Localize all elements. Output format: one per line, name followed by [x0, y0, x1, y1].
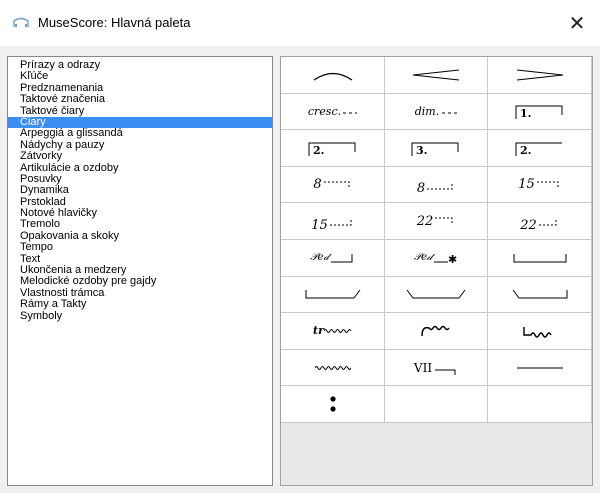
palette-grid: cresc. dim. 1. 2. 3. 2. 8 8 15 15 22 22 … — [281, 57, 592, 423]
palette-cell-slur[interactable] — [281, 57, 385, 94]
palette-cell-ottava-8va[interactable]: 8 — [281, 166, 385, 204]
pedal-angled-icon — [406, 290, 466, 299]
pedal-angled-icon — [305, 290, 360, 299]
close-button[interactable]: ✕ — [554, 0, 600, 46]
palette-cell-downprall-line[interactable] — [488, 313, 592, 350]
ottava-line-icon — [536, 181, 559, 188]
diminuendo-hairpin-icon — [516, 69, 563, 81]
category-list[interactable]: Prírazy a odrazy Kľúče Predznamenania Takto… — [7, 56, 273, 486]
title-bar: MuseScore: Hlavná paleta ✕ — [0, 0, 600, 46]
category-item[interactable]: Symboly — [8, 310, 272, 322]
pedal-release-icon: ✱ — [434, 253, 457, 265]
pedal-line-icon — [330, 253, 353, 263]
palette-cell-pedal-star[interactable]: 𝒫𝑒𝒹 ✱ — [385, 239, 488, 277]
string-number-text: VII — [413, 360, 433, 375]
palette-cell-crescendo-hairpin[interactable] — [385, 57, 488, 94]
text-line-icon — [516, 367, 563, 369]
palette-cell-pedal-angled-start[interactable] — [488, 276, 592, 314]
string-line-icon — [435, 369, 456, 375]
close-icon: ✕ — [568, 12, 586, 35]
vibrato-wavy-line-icon — [314, 365, 351, 370]
palette-cell-pedal-angled-end[interactable] — [281, 276, 385, 314]
palette-cell-pedal-line[interactable]: 𝒫𝑒𝒹 — [281, 239, 385, 277]
palette-cell-volta-3[interactable]: 3. — [385, 130, 488, 167]
dialog-body: Prírazy a odrazy Kľúče Predznamenania Takto… — [0, 46, 600, 493]
volta-bracket-icon: 3. — [411, 142, 459, 157]
palette-cell-volta-2-open[interactable]: 2. — [488, 130, 592, 167]
ottava-22-text: 22 — [520, 217, 537, 233]
pedal-angled-icon — [512, 290, 567, 299]
trill-wavy-line-icon — [323, 328, 352, 333]
pedal-text: 𝒫𝑒𝒹 — [413, 252, 433, 264]
svg-text:1.: 1. — [520, 107, 531, 120]
upprall-icon — [421, 325, 450, 336]
palette-cell-ottava-15mb[interactable]: 15 — [281, 203, 385, 240]
category-item[interactable]: Tempo — [8, 241, 272, 253]
musescore-app-icon — [13, 17, 29, 27]
ottava-line-icon — [538, 218, 557, 226]
pedal-text: 𝒫𝑒𝒹 — [310, 252, 329, 264]
ottava-15-text: 15 — [518, 177, 535, 193]
category-item[interactable]: Taktové čiary — [8, 105, 272, 117]
trill-text: tr — [313, 324, 324, 338]
palette-cell-pedal-bracket[interactable] — [488, 239, 592, 277]
ottava-22-text: 22 — [416, 213, 434, 229]
ottava-line-icon — [329, 218, 352, 226]
ottava-line-icon — [323, 181, 350, 188]
downprall-icon — [522, 326, 552, 338]
category-item[interactable]: Rámy a Takty — [8, 298, 272, 310]
ottava-8-text: 8 — [313, 177, 322, 193]
palette-cell-empty — [385, 386, 488, 423]
volta-bracket-icon: 1. — [515, 105, 562, 120]
category-item[interactable]: Dynamika — [8, 184, 272, 196]
palette-cell-ottava-22ma[interactable]: 22 — [385, 203, 488, 240]
pedal-bracket-icon — [513, 253, 566, 263]
volta-bracket-icon: 2. — [308, 142, 355, 157]
svg-text:2.: 2. — [520, 144, 531, 157]
palette-cell-empty — [488, 386, 592, 423]
window-title: MuseScore: Hlavná paleta — [38, 15, 191, 30]
palette-cell-volta-2[interactable]: 2. — [281, 130, 385, 167]
ottava-8-text: 8 — [416, 181, 426, 197]
palette-cell-ottava-22mb[interactable]: 22 — [488, 203, 592, 240]
palette-cell-upprall-line[interactable] — [385, 313, 488, 350]
palette-cell-cresc-line[interactable]: cresc. — [281, 93, 385, 131]
palette-cell-ottava-15ma[interactable]: 15 — [488, 166, 592, 204]
palette-cell-vibrato-line[interactable] — [281, 349, 385, 387]
palette-cell-fermata-dot[interactable] — [281, 386, 385, 423]
svg-text:2.: 2. — [313, 144, 324, 157]
crescendo-hairpin-icon — [412, 69, 460, 81]
svg-text:3.: 3. — [416, 144, 427, 157]
dim-text: dim. — [414, 104, 440, 118]
dashed-line-icon — [343, 112, 358, 114]
svg-text:✱: ✱ — [448, 253, 457, 265]
palette-panel: cresc. dim. 1. 2. 3. 2. 8 8 15 15 22 22 … — [280, 56, 593, 486]
dashed-line-icon — [442, 112, 458, 114]
category-item[interactable]: Taktové značenia — [8, 93, 272, 105]
category-item[interactable]: Zátvorky — [8, 150, 272, 162]
palette-cell-ottava-8vb[interactable]: 8 — [385, 166, 488, 204]
palette-cell-string-number[interactable]: VII — [385, 349, 488, 387]
palette-cell-plain-line[interactable] — [488, 349, 592, 387]
ottava-15-text: 15 — [311, 217, 328, 233]
palette-cell-dim-line[interactable]: dim. — [385, 93, 488, 131]
palette-cell-trill-line[interactable]: tr — [281, 313, 385, 350]
palette-cell-diminuendo-hairpin[interactable] — [488, 57, 592, 94]
palette-cell-volta-1[interactable]: 1. — [488, 93, 592, 131]
slur-icon — [313, 72, 352, 81]
palette-cell-pedal-angled-both[interactable] — [385, 276, 488, 314]
cresc-text: cresc. — [307, 104, 342, 118]
breath-colon-icon — [329, 396, 336, 412]
ottava-line-icon — [435, 217, 453, 225]
ottava-line-icon — [427, 181, 453, 190]
volta-bracket-open-icon: 2. — [515, 142, 562, 157]
